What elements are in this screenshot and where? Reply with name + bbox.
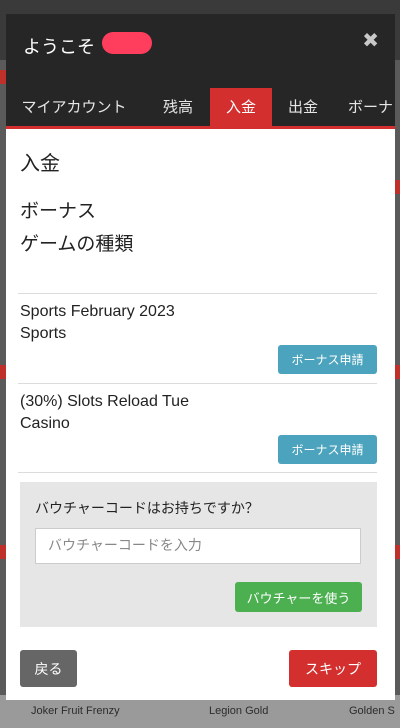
bonus-type: Casino xyxy=(20,415,70,432)
modal-header: ようこそ ✖ マイアカウント 残高 入金 出金 ボーナ xyxy=(6,14,395,129)
skip-button[interactable]: スキップ xyxy=(289,650,377,687)
use-voucher-button[interactable]: バウチャーを使う xyxy=(235,582,362,612)
background-game-label[interactable]: Joker Fruit Frenzy xyxy=(31,705,120,717)
tab-my-account[interactable]: マイアカウント xyxy=(6,88,142,126)
tab-deposit[interactable]: 入金 xyxy=(210,88,272,126)
modal-tabs: マイアカウント 残高 入金 出金 ボーナ xyxy=(6,88,395,126)
claim-bonus-button[interactable]: ボーナス申請 xyxy=(278,435,377,464)
close-icon[interactable]: ✖ xyxy=(362,28,379,52)
tab-balance[interactable]: 残高 xyxy=(146,88,210,126)
background-game-label[interactable]: Legion Gold xyxy=(209,705,268,717)
background-game-label[interactable]: Golden S xyxy=(349,705,395,717)
tab-underline xyxy=(6,126,395,129)
voucher-question: バウチャーコードはお持ちですか？ xyxy=(35,501,259,517)
redacted-username xyxy=(102,32,152,54)
tab-bonus[interactable]: ボーナ xyxy=(334,88,395,126)
bonus-label: ボーナス xyxy=(20,200,97,222)
tab-withdraw[interactable]: 出金 xyxy=(272,88,334,126)
claim-bonus-button[interactable]: ボーナス申請 xyxy=(278,345,377,374)
bonus-type: Sports xyxy=(20,325,67,342)
bonus-name: (30%) Slots Reload Tue xyxy=(20,393,189,410)
voucher-panel: バウチャーコードはお持ちですか？ バウチャーを使う xyxy=(20,482,377,627)
game-type-label: ゲームの種類 xyxy=(20,233,134,255)
voucher-code-input[interactable] xyxy=(35,528,361,564)
welcome-modal: ようこそ ✖ マイアカウント 残高 入金 出金 ボーナ 入金 ボーナス ゲームの… xyxy=(6,14,395,700)
section-title: 入金 xyxy=(20,151,60,175)
divider xyxy=(18,472,377,473)
bonus-name: Sports February 2023 xyxy=(20,303,175,320)
divider xyxy=(18,293,377,294)
modal-title: ようこそ xyxy=(23,37,95,58)
back-button[interactable]: 戻る xyxy=(20,650,77,687)
divider xyxy=(18,383,377,384)
